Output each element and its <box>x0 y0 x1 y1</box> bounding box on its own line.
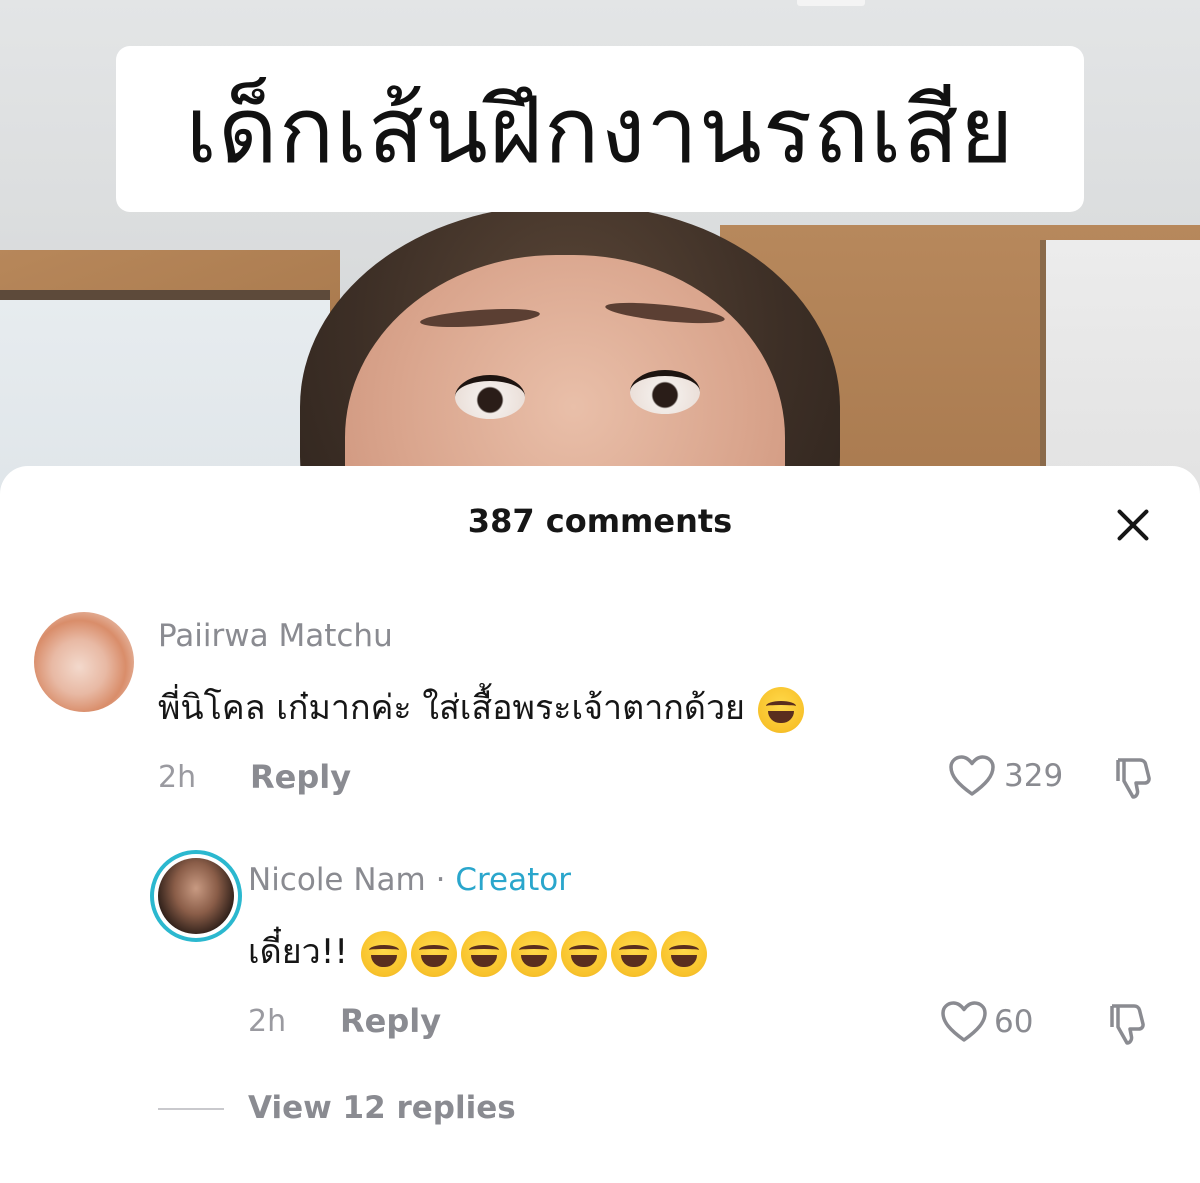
comment-text: เดี๋ยว!! <box>248 924 709 978</box>
heart-icon[interactable] <box>948 754 996 798</box>
laughing-emoji-icon <box>460 930 507 977</box>
comments-count-title: 387 comments <box>467 502 733 540</box>
laughing-emoji-icon <box>610 930 657 977</box>
comment-text-body: เดี๋ยว!! <box>248 932 348 972</box>
dislike-icon[interactable] <box>1104 1000 1152 1048</box>
background-panel <box>1040 240 1200 500</box>
laughing-emoji-icon <box>360 930 407 977</box>
video-caption-box: เด็กเส้นฝึกงานรถเสีย <box>116 46 1084 212</box>
laughing-emoji-icon <box>757 686 804 733</box>
comment-username-row: Nicole Nam · Creator <box>248 862 571 898</box>
comment-text-body: พี่นิโคล เก๋มากค่ะ ใส่เสื้อพระเจ้าตากด้ว… <box>158 688 745 728</box>
video-caption: เด็กเส้นฝึกงานรถเสีย <box>185 76 1015 184</box>
close-icon[interactable] <box>1110 502 1156 548</box>
reply-button[interactable]: Reply <box>250 758 351 796</box>
comment-username[interactable]: Paiirwa Matchu <box>158 618 393 654</box>
right-eyebrow <box>604 298 726 328</box>
comment-username[interactable]: Nicole Nam <box>248 862 426 898</box>
dislike-icon[interactable] <box>1110 754 1158 802</box>
top-handle <box>797 0 865 6</box>
like-count: 60 <box>994 1004 1034 1040</box>
laughing-emoji-icon <box>410 930 457 977</box>
replies-divider <box>158 1108 224 1110</box>
reply-button[interactable]: Reply <box>340 1002 441 1040</box>
comment-time: 2h <box>248 1004 287 1039</box>
creator-badge: Creator <box>455 862 571 898</box>
heart-icon[interactable] <box>940 1000 988 1044</box>
avatar[interactable] <box>158 858 234 934</box>
left-eye <box>455 375 525 419</box>
view-replies-button[interactable]: View 12 replies <box>248 1090 516 1126</box>
avatar[interactable] <box>34 612 134 712</box>
left-eyebrow <box>419 305 541 331</box>
laughing-emoji-icon <box>660 930 707 977</box>
comment-text: พี่นิโคล เก๋มากค่ะ ใส่เสื้อพระเจ้าตากด้ว… <box>158 680 806 734</box>
like-count: 329 <box>1004 758 1064 794</box>
right-eye <box>630 370 700 414</box>
comments-sheet: 387 comments Paiirwa Matchu พี่นิโคล เก๋… <box>0 466 1200 1183</box>
laughing-emoji-icon <box>510 930 557 977</box>
username-separator: · <box>435 862 446 898</box>
video-player[interactable]: เด็กเส้นฝึกงานรถเสีย <box>0 0 1200 500</box>
comment-time: 2h <box>158 760 197 795</box>
laughing-emoji-icon <box>560 930 607 977</box>
